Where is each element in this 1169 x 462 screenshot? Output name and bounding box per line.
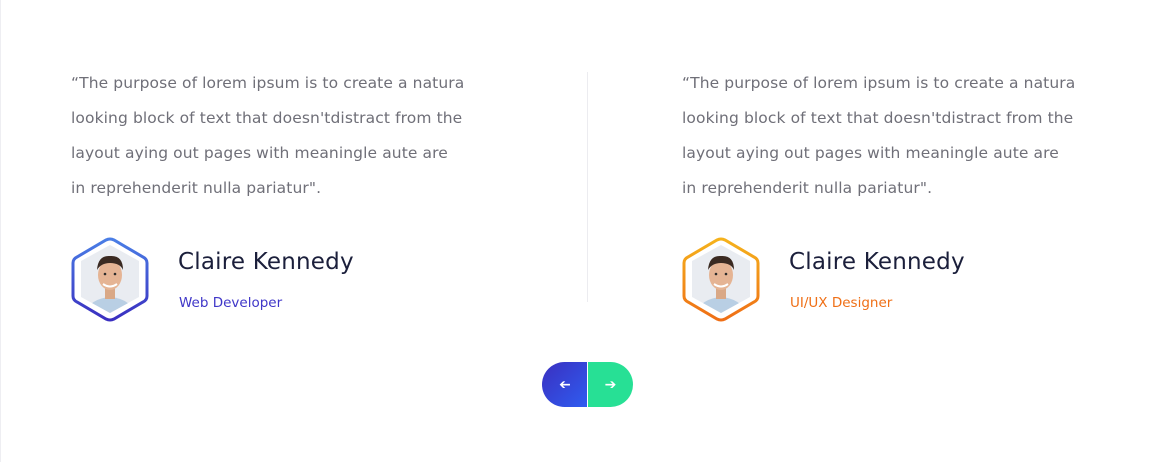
testimonial-card-1: “The purpose of lorem ipsum is to create…	[71, 66, 511, 322]
avatar	[71, 237, 149, 323]
testimonials-section: “The purpose of lorem ipsum is to create…	[0, 0, 1169, 462]
next-button[interactable]: ➔	[588, 362, 633, 407]
avatar-photo	[81, 245, 139, 313]
testimonial-author: Claire Kennedy Web Developer	[71, 237, 491, 323]
testimonial-author: Claire Kennedy UI/UX Designer	[682, 237, 1102, 323]
avatar-photo	[692, 245, 750, 313]
prev-button[interactable]: ➔	[542, 362, 587, 407]
avatar	[682, 237, 760, 323]
testimonial-quote: “The purpose of lorem ipsum is to create…	[682, 74, 1076, 197]
author-role: UI/UX Designer	[790, 295, 893, 311]
author-role: Web Developer	[179, 295, 283, 311]
author-name: Claire Kennedy	[178, 249, 354, 275]
testimonial-quote: “The purpose of lorem ipsum is to create…	[71, 74, 465, 197]
arrow-right-icon: ➔	[604, 376, 617, 393]
author-name: Claire Kennedy	[789, 249, 965, 275]
testimonial-card-2: “The purpose of lorem ipsum is to create…	[682, 66, 1122, 322]
carousel-nav: ➔ ➔	[542, 362, 633, 407]
arrow-left-icon: ➔	[558, 376, 571, 393]
divider	[587, 72, 588, 302]
